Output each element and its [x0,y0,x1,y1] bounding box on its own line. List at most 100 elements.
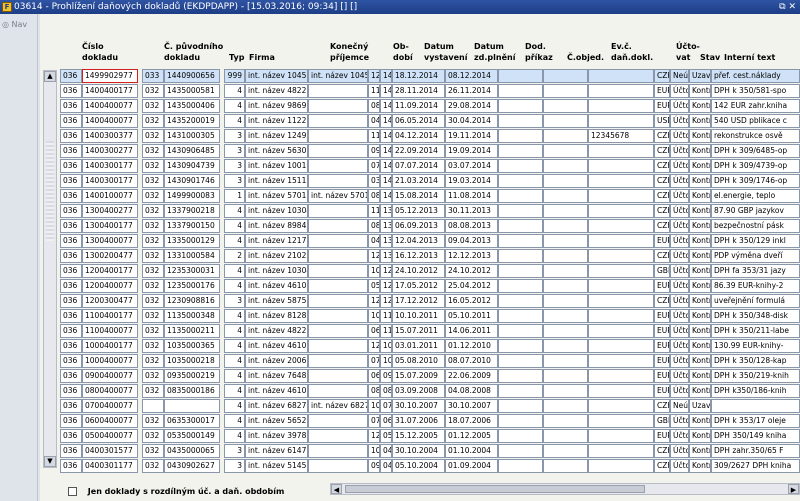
table-cell[interactable]: 1400400177 [82,84,138,98]
table-cell[interactable]: Kontr [689,174,711,188]
table-cell[interactable]: 07 [368,159,380,173]
table-cell[interactable]: EUR [654,84,670,98]
table-cell[interactable]: 032 [142,189,164,203]
table-cell[interactable]: 1499900083 [164,189,220,203]
table-cell[interactable]: Kontr [689,249,711,263]
table-cell[interactable]: int. název 8128 [245,309,308,323]
table-cell[interactable]: 0835000186 [164,384,220,398]
table-cell[interactable]: Kontr [689,324,711,338]
table-cell[interactable]: 1400400077 [82,114,138,128]
table-cell[interactable]: 19.03.2014 [445,174,498,188]
table-cell[interactable]: 036 [60,174,82,188]
table-cell[interactable]: 4 [224,204,245,218]
table-cell[interactable] [498,144,543,158]
table-cell[interactable] [588,69,654,83]
table-cell[interactable] [498,444,543,458]
table-cell[interactable]: 032 [142,144,164,158]
column-header-ucto[interactable]: Účto- vat [676,41,700,63]
table-cell[interactable]: 4 [224,309,245,323]
table-row[interactable]: 036 1000400177 032 1035000365 4 int. název 46… [60,339,800,353]
column-header-dod[interactable]: Dod. příkaz [525,41,553,63]
table-cell[interactable]: Účto [670,369,689,383]
table-cell[interactable]: 12345678 [588,129,654,143]
table-cell[interactable]: 036 [60,99,82,113]
table-cell[interactable]: CZK [654,219,670,233]
table-row[interactable]: 036 1400100077 032 1499900083 1 int. název 57… [60,189,800,203]
table-row[interactable]: 036 0400301577 032 0435000065 3 int. název 61… [60,444,800,458]
table-cell[interactable]: int. název 4610 [245,339,308,353]
table-cell[interactable]: EUR [654,99,670,113]
table-cell[interactable] [498,399,543,413]
table-cell[interactable]: 12 [368,429,380,443]
table-cell[interactable]: 1400300177 [82,174,138,188]
table-cell[interactable]: 032 [142,444,164,458]
table-cell[interactable]: 08.12.2014 [445,69,498,83]
table-cell[interactable]: EUR [654,324,670,338]
table-cell[interactable]: Účto [670,159,689,173]
table-cell[interactable]: Účto [670,249,689,263]
table-cell[interactable]: 28.11.2014 [392,84,445,98]
table-cell[interactable]: 1235300031 [164,264,220,278]
table-cell[interactable]: DPH k 350/219-knih [711,369,800,383]
table-cell[interactable] [498,279,543,293]
table-cell[interactable]: 3 [224,444,245,458]
table-cell[interactable] [498,174,543,188]
table-cell[interactable]: 032 [142,234,164,248]
table-cell[interactable] [543,294,588,308]
table-cell[interactable]: 09 [380,369,392,383]
table-cell[interactable] [543,144,588,158]
table-cell[interactable]: 14 [380,189,392,203]
table-cell[interactable]: Kontr [689,84,711,98]
table-row[interactable]: 036 1100400177 032 1135000348 4 int. název 81… [60,309,800,323]
table-cell[interactable]: 07 [368,354,380,368]
table-cell[interactable] [498,429,543,443]
table-cell[interactable] [588,369,654,383]
table-cell[interactable]: 09.04.2013 [445,234,498,248]
table-cell[interactable]: 032 [142,174,164,188]
table-cell[interactable]: 06.05.2014 [392,114,445,128]
table-cell[interactable]: 036 [60,204,82,218]
table-row[interactable]: 036 1400300177 032 1430904739 3 int. název 10… [60,159,800,173]
table-cell[interactable] [308,204,368,218]
table-cell[interactable] [588,174,654,188]
table-cell[interactable]: Kontr [689,234,711,248]
table-cell[interactable]: 4 [224,354,245,368]
table-cell[interactable] [588,414,654,428]
table-cell[interactable]: int. název 4822 [245,84,308,98]
table-cell[interactable]: 11 [368,204,380,218]
table-cell[interactable]: Kontr [689,189,711,203]
table-cell[interactable]: 036 [60,189,82,203]
table-cell[interactable]: Kontr [689,204,711,218]
table-cell[interactable]: 1135000348 [164,309,220,323]
window-controls[interactable]: ⧉ ✕ [779,0,796,14]
table-cell[interactable]: 11 [380,309,392,323]
table-cell[interactable] [308,369,368,383]
table-cell[interactable]: int. název 10451 [245,69,308,83]
table-cell[interactable]: 1100400177 [82,309,138,323]
table-row[interactable]: 036 0600400077 032 0635300017 4 int. název 56… [60,414,800,428]
table-cell[interactable]: 1 [224,189,245,203]
table-cell[interactable]: 19.09.2014 [445,144,498,158]
scroll-left-icon[interactable]: ◀ [331,484,342,494]
table-cell[interactable]: 032 [142,114,164,128]
table-cell[interactable]: 22.06.2009 [445,369,498,383]
table-cell[interactable]: int. název 9869 [245,99,308,113]
table-cell[interactable]: CZK [654,159,670,173]
table-cell[interactable]: 13 [380,234,392,248]
table-cell[interactable]: 11.09.2014 [392,99,445,113]
table-cell[interactable] [588,294,654,308]
table-cell[interactable]: DPH k 309/1746-op [711,174,800,188]
table-cell[interactable]: Účto [670,84,689,98]
table-cell[interactable]: 036 [60,294,82,308]
table-cell[interactable] [588,399,654,413]
table-cell[interactable] [543,114,588,128]
table-cell[interactable] [588,159,654,173]
table-cell[interactable]: 14 [380,129,392,143]
table-cell[interactable]: DPH k350/186-knih [711,384,800,398]
table-cell[interactable]: 86.39 EUR-knihy-2 [711,279,800,293]
table-cell[interactable] [543,309,588,323]
table-cell[interactable] [308,129,368,143]
table-cell[interactable]: uveřejnění formulá [711,294,800,308]
table-row[interactable]: 036 1400300177 032 1430901746 3 int. název 15… [60,174,800,188]
table-cell[interactable]: int. název 8984 [245,219,308,233]
